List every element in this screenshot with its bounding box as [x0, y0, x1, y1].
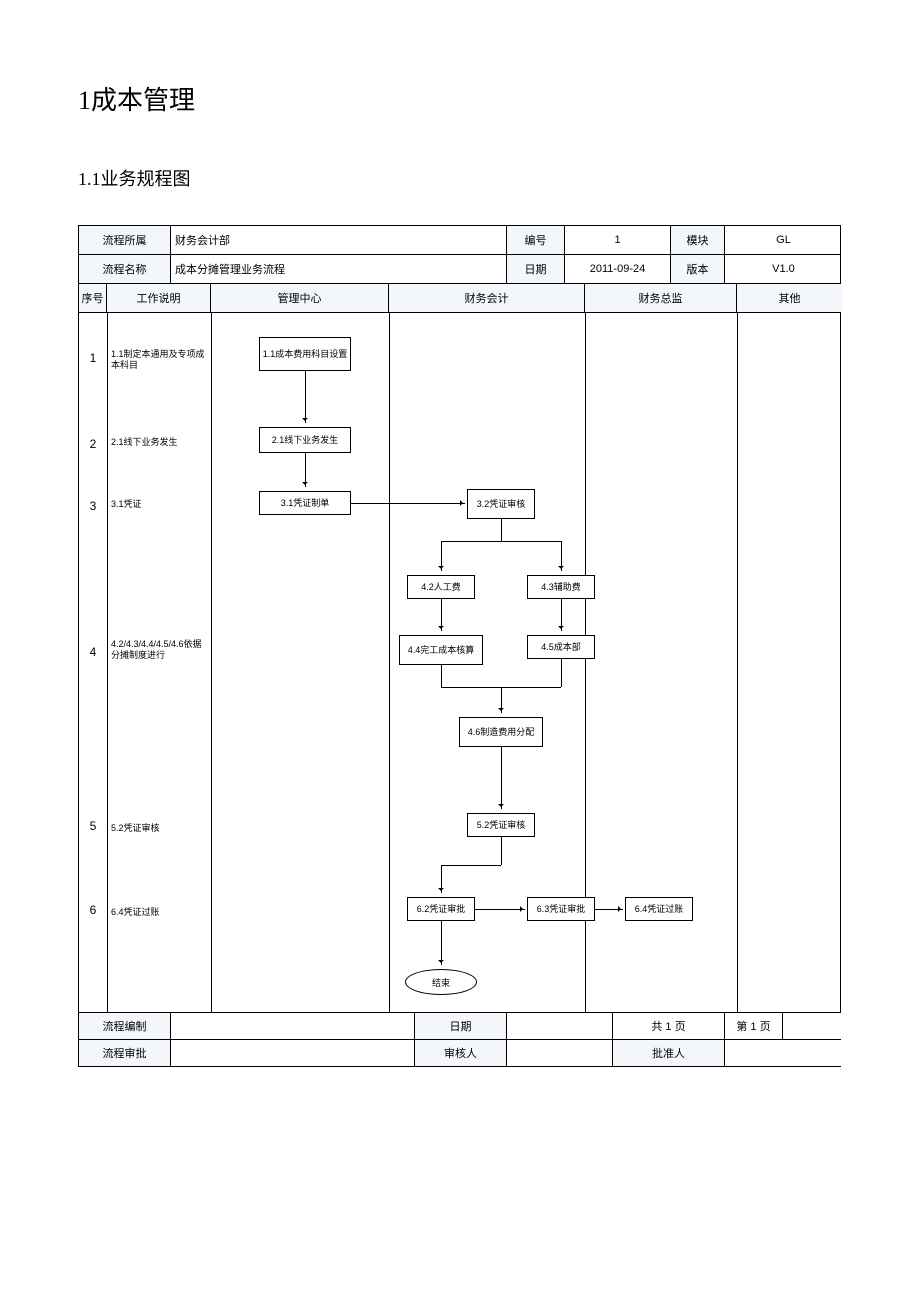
lane-hdr-acct: 财务会计 — [389, 284, 585, 312]
ftr-date-label: 日期 — [415, 1013, 507, 1039]
box-4-5: 4.5成本部 — [527, 635, 595, 659]
arrow — [501, 747, 502, 809]
hdr-date-value: 2011-09-24 — [565, 255, 671, 283]
hdr-number-value: 1 — [565, 226, 671, 254]
box-3-1: 3.1凭证制单 — [259, 491, 351, 515]
box-6-4: 6.4凭证过账 — [625, 897, 693, 921]
lane-hdr-cfo: 财务总监 — [585, 284, 737, 312]
header-row-2: 流程名称 成本分摊管理业务流程 日期 2011-09-24 版本 V1.0 — [78, 255, 841, 284]
arrow — [475, 909, 525, 910]
ftr-prep-value — [171, 1013, 415, 1039]
step-num-1: 1 — [79, 351, 107, 365]
ftr-approver-label: 批准人 — [613, 1040, 725, 1066]
arrow — [561, 599, 562, 631]
hdr-number-label: 编号 — [507, 226, 565, 254]
box-5-2: 5.2凭证审核 — [467, 813, 535, 837]
step-num-4: 4 — [79, 645, 107, 659]
box-4-2: 4.2人工费 — [407, 575, 475, 599]
step-desc-3: 3.1凭证 — [111, 499, 207, 510]
hdr-module-label: 模块 — [671, 226, 725, 254]
connector — [561, 659, 562, 687]
page-title: 1成本管理 — [78, 80, 842, 117]
hdr-version-label: 版本 — [671, 255, 725, 283]
step-desc-4: 4.2/4.3/4.4/4.5/4.6依据分摊制度进行 — [111, 639, 207, 661]
ftr-date-value — [507, 1013, 613, 1039]
connector — [501, 837, 502, 865]
arrow — [305, 371, 306, 423]
ftr-reviewer-value — [507, 1040, 613, 1066]
box-2-1: 2.1线下业务发生 — [259, 427, 351, 453]
ftr-approval-label: 流程审批 — [79, 1040, 171, 1066]
swimlane-headers: 序号 工作说明 管理中心 财务会计 财务总监 其他 — [78, 284, 841, 313]
step-desc-2: 2.1线下业务发生 — [111, 437, 207, 448]
lane-hdr-desc: 工作说明 — [107, 284, 211, 312]
hdr-version-value: V1.0 — [725, 255, 842, 283]
step-num-6: 6 — [79, 903, 107, 917]
connector — [441, 541, 561, 542]
lane-hdr-other: 其他 — [737, 284, 842, 312]
arrow — [501, 687, 502, 713]
hdr-module-value: GL — [725, 226, 842, 254]
header-row-1: 流程所属 财务会计部 编号 1 模块 GL — [78, 225, 841, 255]
lane-divider — [389, 313, 390, 1012]
flowchart-diagram: 流程所属 财务会计部 编号 1 模块 GL 流程名称 成本分摊管理业务流程 日期… — [78, 225, 841, 1067]
arrow — [441, 865, 442, 893]
step-desc-6: 6.4凭证过账 — [111, 907, 207, 918]
connector — [501, 519, 502, 541]
box-4-4: 4.4完工成本核算 — [399, 635, 483, 665]
lane-divider — [737, 313, 738, 1012]
box-6-3: 6.3凭证审批 — [527, 897, 595, 921]
ftr-total-pages: 共 1 页 — [613, 1013, 725, 1039]
arrow — [561, 541, 562, 571]
box-3-2: 3.2凭证审核 — [467, 489, 535, 519]
arrow — [351, 503, 465, 504]
footer-row-1: 流程编制 日期 共 1 页 第 1 页 — [78, 1013, 841, 1040]
footer-row-2: 流程审批 审核人 批准人 — [78, 1040, 841, 1067]
step-num-2: 2 — [79, 437, 107, 451]
box-1-1: 1.1成本费用科目设置 — [259, 337, 351, 371]
ftr-blank — [783, 1013, 842, 1039]
section-title: 1.1业务规程图 — [78, 165, 842, 191]
box-6-2: 6.2凭证审批 — [407, 897, 475, 921]
ftr-reviewer-label: 审核人 — [415, 1040, 507, 1066]
hdr-owner-label: 流程所属 — [79, 226, 171, 254]
box-4-3: 4.3辅助费 — [527, 575, 595, 599]
arrow — [441, 599, 442, 631]
hdr-date-label: 日期 — [507, 255, 565, 283]
arrow — [441, 921, 442, 965]
hdr-name-value: 成本分摊管理业务流程 — [171, 255, 507, 283]
arrow — [595, 909, 623, 910]
connector — [441, 865, 501, 866]
lane-hdr-seq: 序号 — [79, 284, 107, 312]
terminator-end: 结束 — [405, 969, 477, 995]
ftr-prep-label: 流程编制 — [79, 1013, 171, 1039]
step-desc-1: 1.1制定本通用及专项成本科目 — [111, 349, 207, 371]
hdr-owner-value: 财务会计部 — [171, 226, 507, 254]
ftr-approver-value — [725, 1040, 842, 1066]
arrow — [441, 541, 442, 571]
box-4-6: 4.6制造费用分配 — [459, 717, 543, 747]
swimlane-body: 1 1.1制定本通用及专项成本科目 2 2.1线下业务发生 3 3.1凭证 4 … — [78, 313, 841, 1013]
ftr-approval-value — [171, 1040, 415, 1066]
lane-hdr-mgmt: 管理中心 — [211, 284, 389, 312]
step-num-3: 3 — [79, 499, 107, 513]
connector — [441, 665, 442, 687]
lane-divider — [211, 313, 212, 1012]
ftr-page-no: 第 1 页 — [725, 1013, 783, 1039]
lane-divider — [107, 313, 108, 1012]
arrow — [305, 453, 306, 487]
step-desc-5: 5.2凭证审核 — [111, 823, 207, 834]
hdr-name-label: 流程名称 — [79, 255, 171, 283]
step-num-5: 5 — [79, 819, 107, 833]
